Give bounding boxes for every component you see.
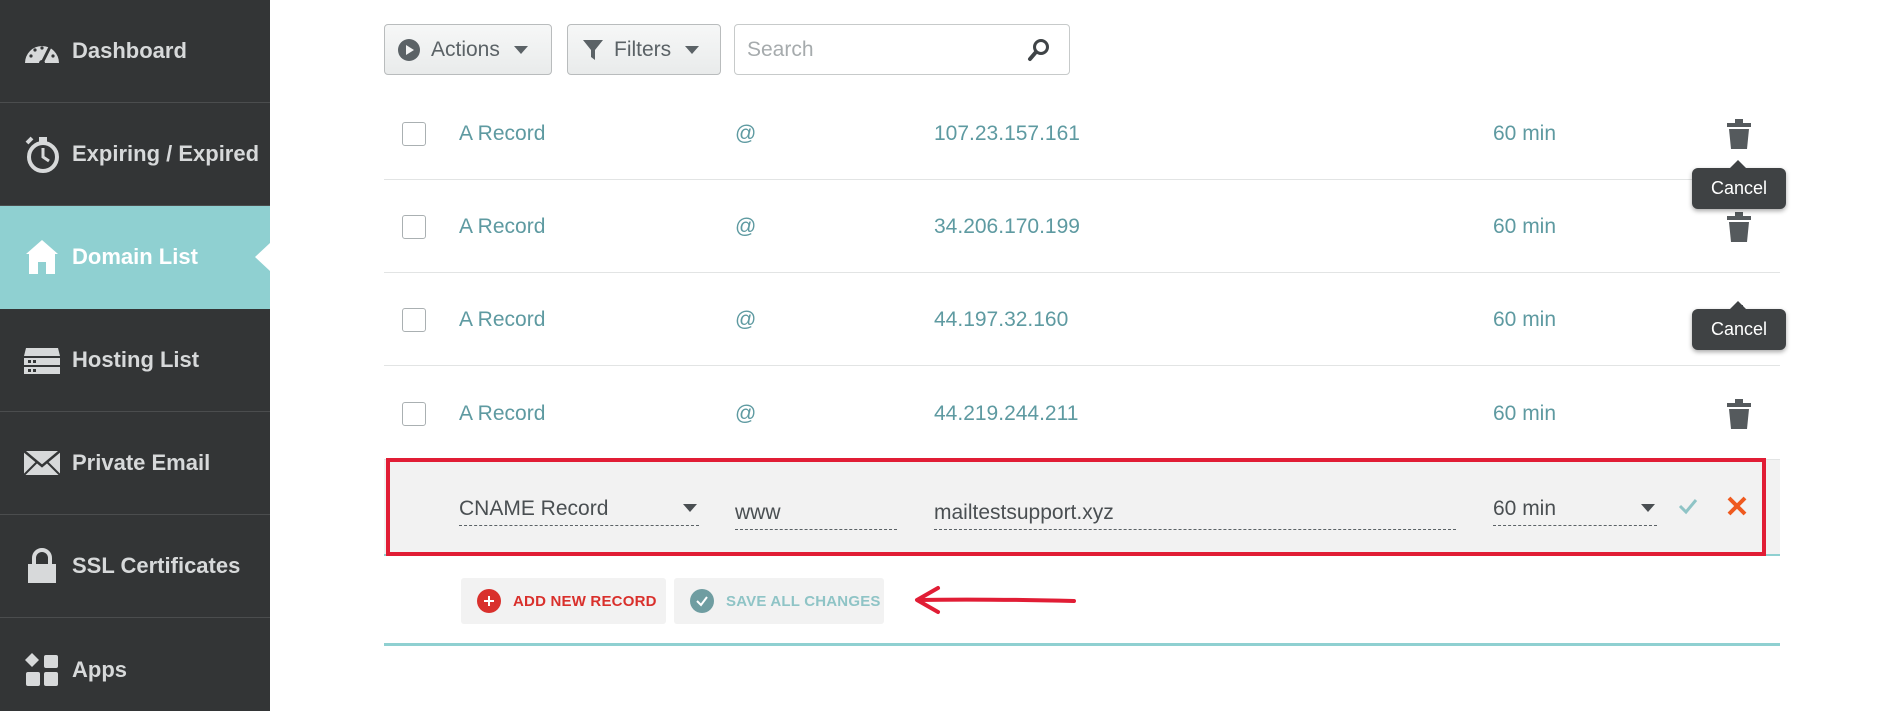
sidebar: Dashboard Expiring / Expired Domain List… [0, 0, 270, 711]
record-host: @ [735, 214, 757, 238]
chevron-down-icon [685, 45, 700, 54]
record-type: A Record [459, 214, 546, 238]
add-new-record-button[interactable]: ADD NEW RECORD [461, 578, 666, 624]
trash-icon[interactable] [1726, 119, 1752, 154]
record-type: A Record [459, 121, 546, 145]
filter-funnel-icon [582, 38, 604, 62]
table-row: A Record @ 34.206.170.199 60 min [384, 180, 1780, 273]
sidebar-item-domain-list[interactable]: Domain List [0, 206, 270, 309]
cancel-tooltip: Cancel [1692, 160, 1786, 209]
search-input[interactable] [747, 35, 1017, 65]
sidebar-item-label: Dashboard [72, 38, 187, 63]
sidebar-item-label: SSL Certificates [72, 553, 241, 578]
sidebar-item-label: Expiring / Expired [72, 141, 260, 166]
filters-label: Filters [614, 37, 672, 61]
cancel-tooltip: Cancel [1692, 301, 1786, 350]
save-all-changes-label: SAVE ALL CHANGES [726, 592, 881, 610]
table-row: A Record @ 44.197.32.160 60 min [384, 273, 1780, 366]
row-checkbox[interactable] [402, 122, 426, 146]
table-footer-divider [384, 643, 1780, 646]
table-row: A Record @ 107.23.157.161 60 min [384, 87, 1780, 180]
search-icon[interactable] [1027, 38, 1051, 67]
stopwatch-icon [22, 134, 62, 174]
sidebar-item-label: Apps [72, 656, 127, 682]
record-host: @ [735, 307, 757, 331]
row-checkbox[interactable] [402, 402, 426, 426]
record-value: 34.206.170.199 [934, 214, 1080, 238]
record-type: A Record [459, 401, 546, 425]
sidebar-item-label: Private Email [72, 450, 211, 475]
sidebar-item-hosting-list[interactable]: Hosting List [0, 309, 270, 412]
sidebar-item-label: Hosting List [72, 347, 200, 372]
save-all-changes-button[interactable]: SAVE ALL CHANGES [674, 578, 884, 624]
record-ttl: 60 min [1493, 121, 1557, 145]
sidebar-item-apps[interactable]: Apps [0, 618, 270, 721]
filters-dropdown-button[interactable]: Filters [567, 24, 721, 75]
lock-icon [22, 546, 62, 586]
sidebar-item-ssl-certificates[interactable]: SSL Certificates [0, 515, 270, 618]
row-checkbox[interactable] [402, 215, 426, 239]
speedometer-icon [22, 31, 62, 71]
trash-icon[interactable] [1726, 399, 1752, 434]
sidebar-item-dashboard[interactable]: Dashboard [0, 0, 270, 103]
sidebar-item-private-email[interactable]: Private Email [0, 412, 270, 515]
chevron-down-icon [513, 45, 528, 54]
envelope-icon [22, 443, 62, 483]
record-ttl: 60 min [1493, 307, 1557, 331]
add-new-record-label: ADD NEW RECORD [513, 592, 657, 610]
search-box [734, 24, 1070, 75]
server-icon [22, 340, 62, 380]
actions-dropdown-button[interactable]: Actions [384, 24, 552, 75]
red-arrow-annotation-icon [912, 585, 1076, 620]
sidebar-item-label: Domain List [72, 244, 198, 269]
record-value: 107.23.157.161 [934, 121, 1080, 145]
row-checkbox[interactable] [402, 308, 426, 332]
record-type: A Record [459, 307, 546, 331]
record-host: @ [735, 121, 757, 145]
record-value: 44.197.32.160 [934, 307, 1069, 331]
play-circle-icon [397, 38, 421, 62]
home-icon [22, 237, 62, 277]
trash-icon[interactable] [1726, 212, 1752, 247]
actions-label: Actions [431, 37, 500, 61]
record-ttl: 60 min [1493, 214, 1557, 238]
apps-grid-icon [22, 650, 62, 690]
record-ttl: 60 min [1493, 401, 1557, 425]
highlight-annotation-box [386, 458, 1766, 556]
check-circle-icon [690, 589, 714, 613]
table-row: A Record @ 44.219.244.211 60 min [384, 367, 1780, 460]
record-host: @ [735, 401, 757, 425]
record-value: 44.219.244.211 [934, 401, 1079, 425]
plus-circle-icon [477, 589, 501, 613]
sidebar-item-expiring[interactable]: Expiring / Expired [0, 103, 270, 206]
